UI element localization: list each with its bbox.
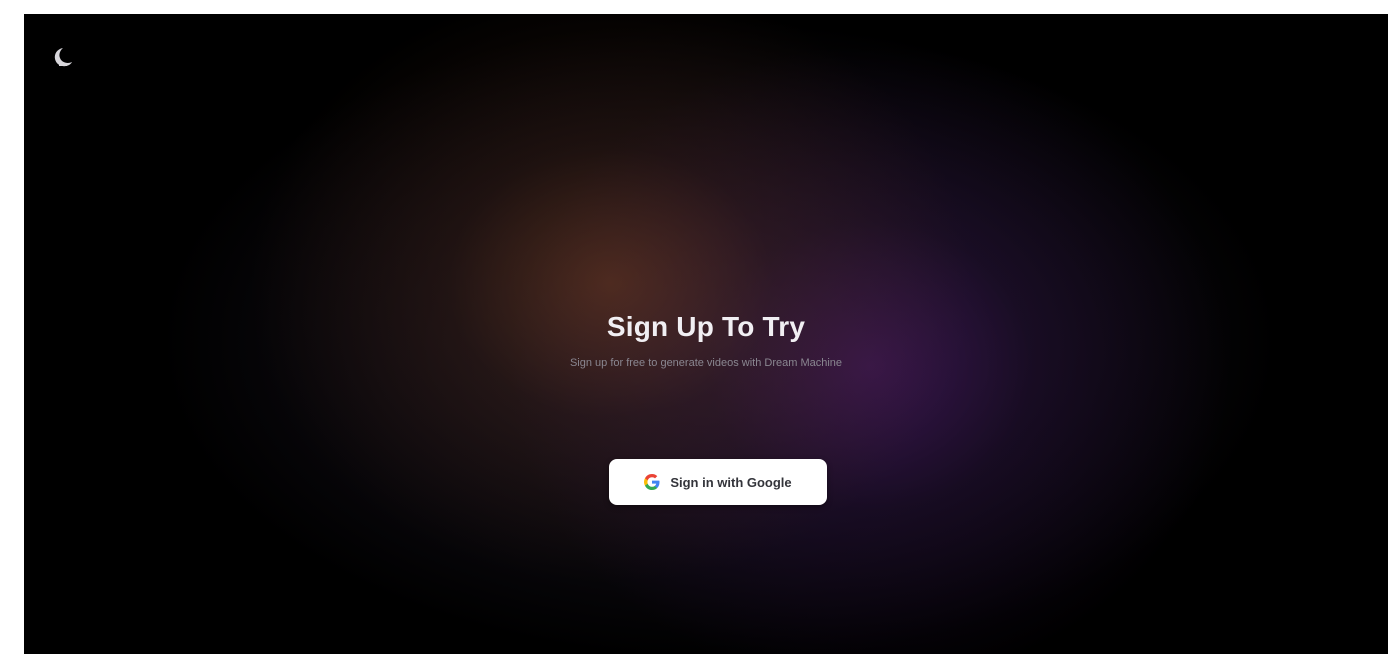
page-title: Sign Up To Try bbox=[606, 311, 806, 342]
sign-in-with-google-button[interactable]: Sign in with Google bbox=[609, 459, 827, 505]
page-subtitle: Sign up for free to generate videos with… bbox=[569, 357, 843, 369]
moon-logo-icon[interactable] bbox=[52, 46, 74, 70]
google-button-label: Sign in with Google bbox=[670, 474, 792, 490]
signup-header: Sign Up To Try Sign up for free to gener… bbox=[24, 310, 1388, 370]
google-icon bbox=[644, 474, 660, 490]
sign-up-screen: Sign Up To Try Sign up for free to gener… bbox=[24, 14, 1388, 654]
